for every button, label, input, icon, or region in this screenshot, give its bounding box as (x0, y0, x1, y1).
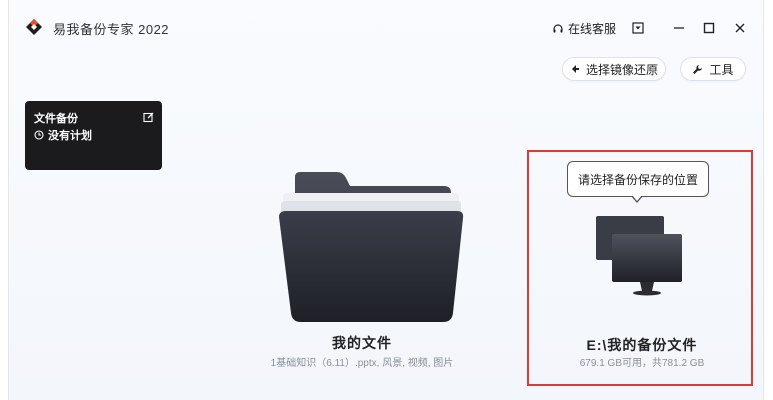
tools-button[interactable]: 工具 (680, 57, 746, 81)
restore-image-label: 选择镜像还原 (585, 62, 658, 77)
task-schedule-label: 没有计划 (48, 130, 92, 142)
close-icon (735, 23, 745, 33)
destination-subtitle: 679.1 GB可用，共781.2 GB (579, 358, 705, 369)
tools-label: 工具 (709, 62, 734, 77)
headset-icon (553, 23, 563, 32)
wrench-icon (693, 64, 703, 74)
backup-task-card[interactable]: 文件备份 没有计划 (25, 101, 162, 170)
online-support-button[interactable]: 在线客服 (552, 20, 616, 37)
minimize-button[interactable] (669, 18, 689, 38)
title-bar: 易我备份专家 2022 在线客服 (9, 0, 763, 48)
edit-task-button[interactable] (143, 110, 154, 128)
computer-icon[interactable] (592, 212, 692, 302)
maximize-button[interactable] (699, 18, 719, 38)
back-arrow-icon (571, 65, 579, 73)
online-support-label: 在线客服 (568, 22, 617, 36)
app-title: 易我备份专家 2022 (53, 22, 170, 37)
menu-dropdown-button[interactable] (628, 18, 648, 38)
maximize-icon (703, 22, 715, 34)
source-subtitle: 1基础知识（6.11）.pptx, 风景, 视频, 图片 (270, 358, 454, 369)
source-title: 我的文件 (332, 335, 392, 351)
minimize-icon (674, 27, 684, 29)
task-title: 文件备份 (34, 113, 78, 125)
edit-icon (143, 112, 154, 123)
task-schedule: 没有计划 (34, 127, 92, 143)
close-button[interactable] (730, 18, 750, 38)
destination-prompt-text: 请选择备份保存的位置 (577, 172, 698, 187)
folder-icon[interactable] (259, 165, 469, 330)
dropdown-menu-icon (632, 22, 644, 34)
restore-image-button[interactable]: 选择镜像还原 (562, 57, 666, 81)
destination-prompt-tooltip: 请选择备份保存的位置 (567, 161, 709, 197)
tooltip-tail-fill (632, 195, 642, 201)
app-window: 易我备份专家 2022 在线客服 选择镜像还原 工具 文件备份 没有计划 我的文… (8, 0, 764, 400)
app-logo-icon (26, 19, 42, 35)
clock-icon (34, 130, 44, 140)
destination-title: E:\我的备份文件 (586, 337, 698, 353)
